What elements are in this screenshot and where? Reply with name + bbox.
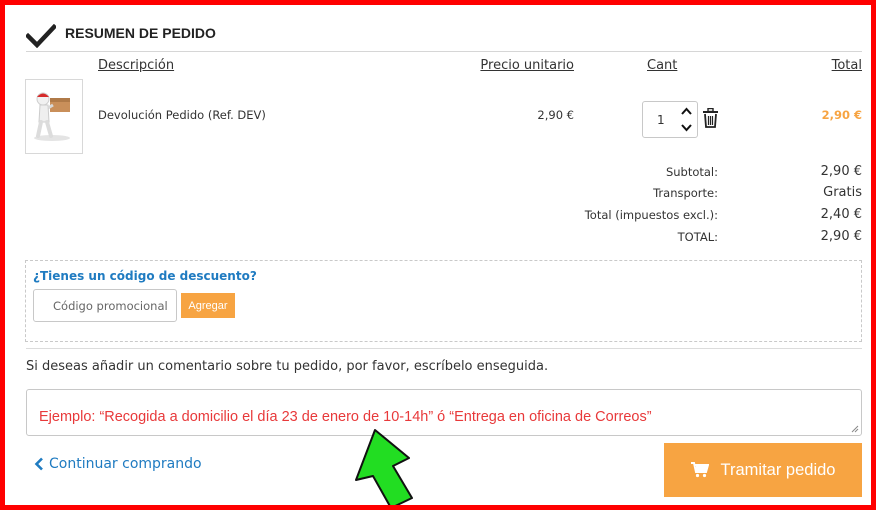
checkmark-icon	[26, 24, 56, 48]
package-delivery-figure-icon	[34, 92, 70, 141]
subtotal-label: Subtotal:	[665, 165, 718, 179]
section-divider	[26, 348, 862, 349]
shipping-value: Gratis	[823, 185, 862, 200]
continue-shopping-label[interactable]: Continuar comprando	[49, 456, 202, 472]
checkout-button[interactable]: Tramitar pedido	[664, 443, 862, 497]
column-header-description: Descripción	[98, 58, 175, 73]
column-header-unit-price: Precio unitario	[480, 58, 574, 73]
discount-code-panel: ¿Tienes un código de descuento? Agregar	[25, 260, 862, 342]
discount-code-question[interactable]: ¿Tienes un código de descuento?	[33, 269, 257, 283]
total-excl-tax-value: 2,40 €	[820, 207, 862, 222]
order-comment-textarea[interactable]: Ejemplo: “Recogida a domicilio el día 23…	[26, 389, 862, 436]
shipping-label: Transporte:	[653, 186, 718, 200]
page-title: RESUMEN DE PEDIDO	[65, 25, 216, 41]
trash-icon[interactable]	[702, 108, 719, 128]
quantity-value[interactable]: 1	[657, 113, 665, 127]
product-unit-price: 2,90 €	[537, 108, 574, 122]
resize-grip-icon[interactable]	[851, 425, 859, 433]
order-summary-header: RESUMEN DE PEDIDO	[26, 22, 862, 52]
chevron-up-icon	[680, 107, 692, 115]
shopping-cart-icon	[690, 462, 709, 478]
product-name[interactable]: Devolución Pedido (Ref. DEV)	[98, 108, 266, 122]
grand-total-value: 2,90 €	[820, 229, 862, 244]
comment-instructions: Si deseas añadir un comentario sobre tu …	[26, 359, 549, 374]
chevron-left-icon	[34, 457, 43, 471]
checkout-label[interactable]: Tramitar pedido	[721, 461, 836, 480]
product-thumbnail[interactable]	[25, 79, 83, 154]
continue-shopping-link[interactable]: Continuar comprando	[34, 456, 202, 472]
subtotal-value: 2,90 €	[820, 164, 862, 179]
quantity-stepper[interactable]: 1	[642, 101, 698, 138]
quantity-increase-button[interactable]	[678, 103, 694, 119]
annotation-arrow-icon	[355, 429, 413, 509]
total-excl-tax-label: Total (impuestos excl.):	[584, 208, 718, 222]
product-line-total: 2,90 €	[821, 108, 862, 122]
chevron-down-icon	[680, 124, 692, 132]
promo-code-input[interactable]	[33, 289, 177, 322]
comment-example-text: Ejemplo: “Recogida a domicilio el día 23…	[39, 409, 652, 425]
column-header-quantity: Cant	[647, 58, 678, 73]
grand-total-label: TOTAL:	[677, 230, 718, 244]
apply-promo-button[interactable]: Agregar	[181, 293, 235, 318]
quantity-decrease-button[interactable]	[678, 120, 694, 136]
column-header-total: Total	[831, 58, 862, 73]
